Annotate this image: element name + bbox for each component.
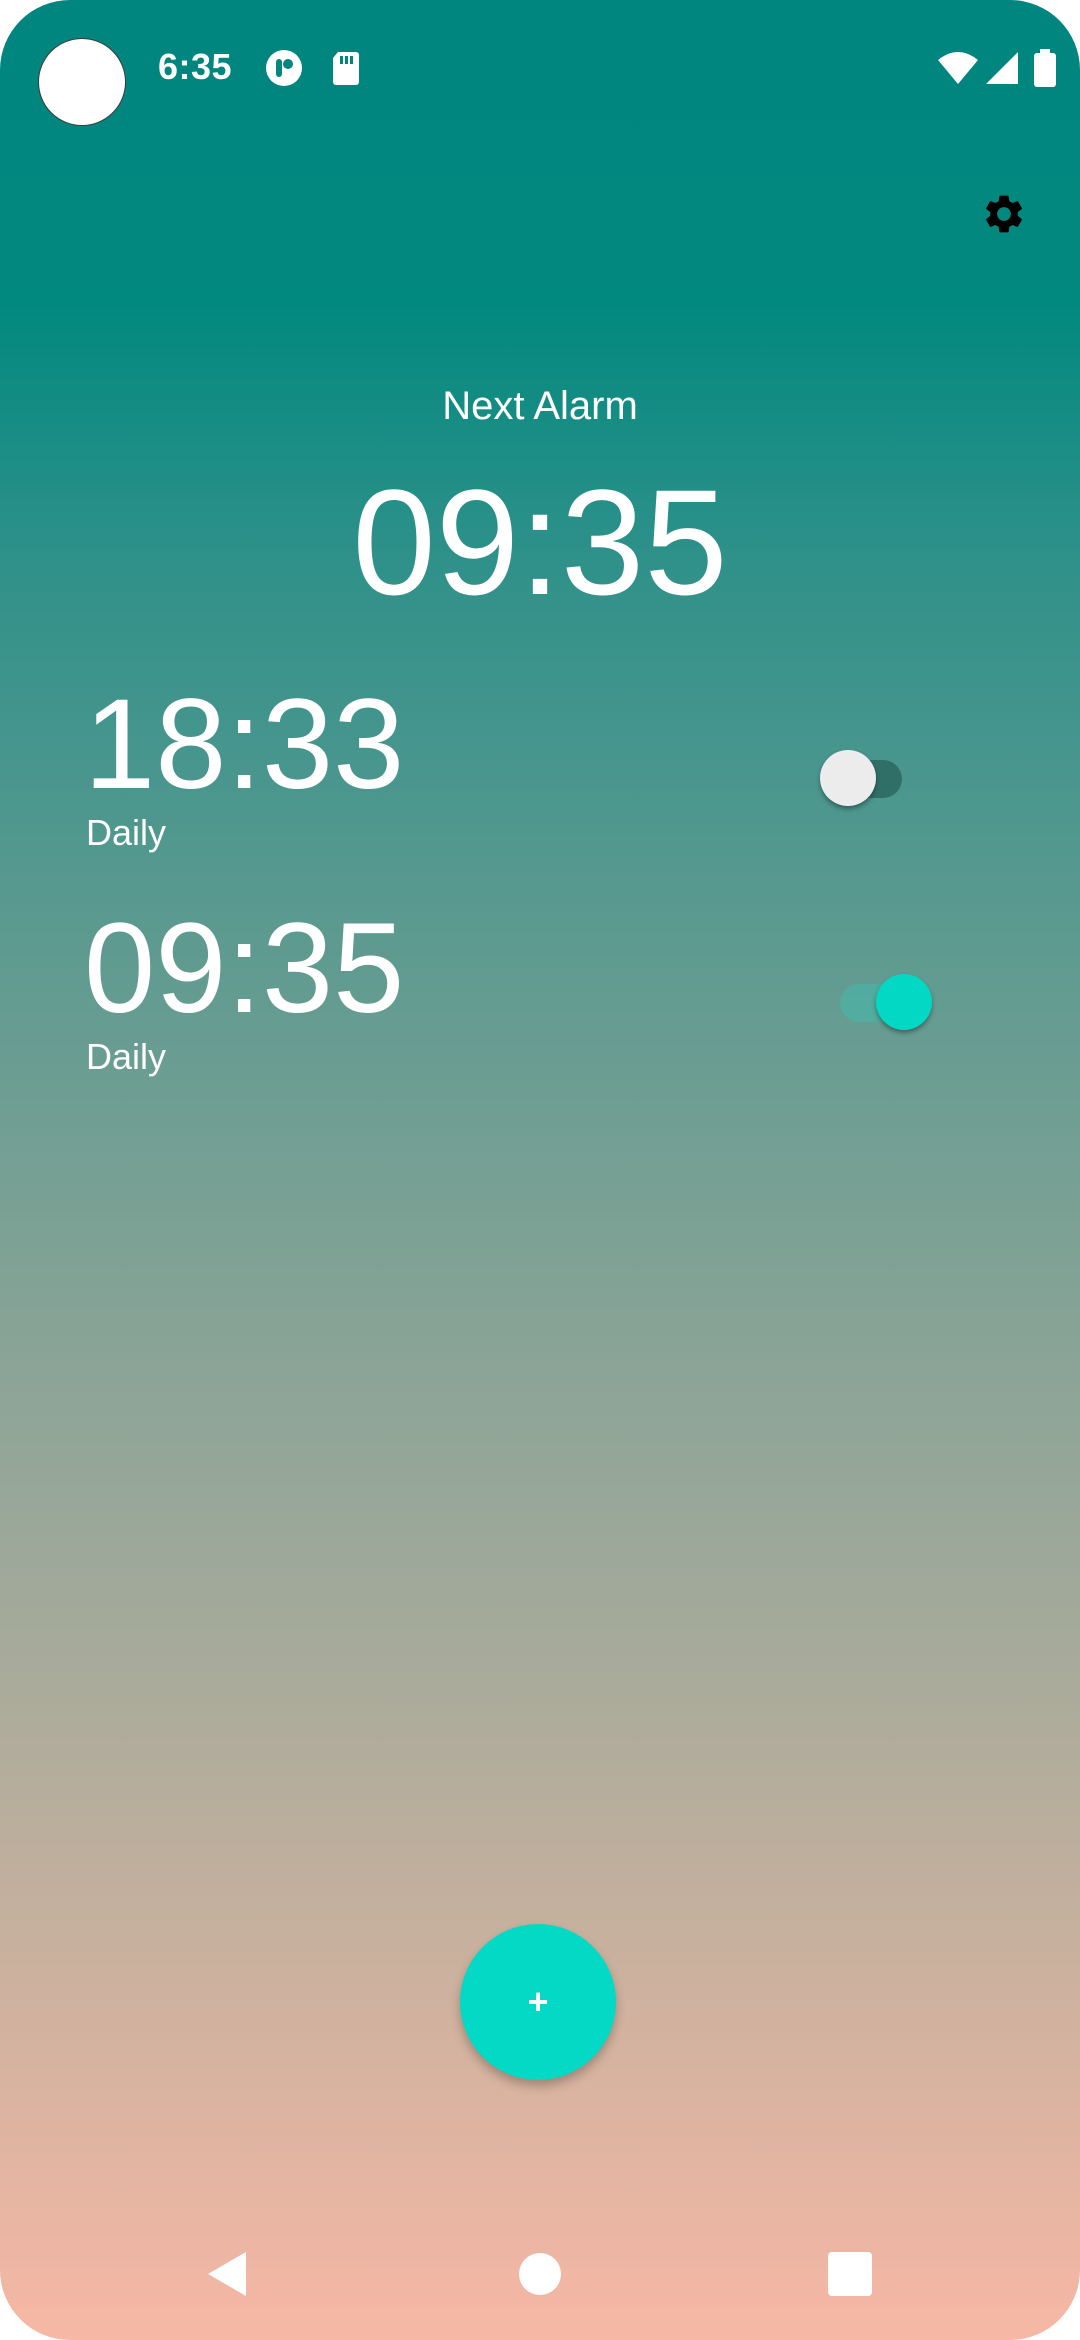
signal-icon <box>986 52 1018 84</box>
recents-icon[interactable] <box>818 2242 882 2306</box>
alarm-toggle[interactable] <box>826 964 932 1030</box>
toggle-thumb <box>820 750 876 806</box>
home-icon[interactable] <box>508 2242 572 2306</box>
add-alarm-button[interactable]: + <box>460 1924 616 2080</box>
alarm-item[interactable]: 18:33 Daily <box>0 670 1080 880</box>
notification-app-icon <box>266 50 302 86</box>
settings-button[interactable] <box>974 184 1034 244</box>
sd-card-icon <box>333 52 359 85</box>
next-alarm-time: 09:35 <box>352 458 728 626</box>
toggle-thumb <box>876 974 932 1030</box>
alarm-repeat-label: Daily <box>86 1036 167 1077</box>
alarm-time: 09:35 <box>84 897 405 1040</box>
alarm-time: 18:33 <box>84 673 405 816</box>
status-clock: 6:35 <box>158 46 233 87</box>
alarm-screen: 6:35 Next Alarm 09:35 18:33 Daily 09:35 … <box>0 0 1080 2340</box>
alarm-toggle[interactable] <box>818 740 918 806</box>
alarm-item[interactable]: 09:35 Daily <box>0 894 1080 1104</box>
status-bar: 6:35 <box>0 0 1080 140</box>
back-icon[interactable] <box>196 2242 260 2306</box>
wifi-icon <box>938 52 978 84</box>
next-alarm-label: Next Alarm <box>442 384 638 428</box>
alarm-repeat-label: Daily <box>86 812 167 853</box>
battery-icon <box>1034 49 1056 87</box>
camera-cutout <box>38 38 126 126</box>
gear-icon <box>986 195 1022 233</box>
